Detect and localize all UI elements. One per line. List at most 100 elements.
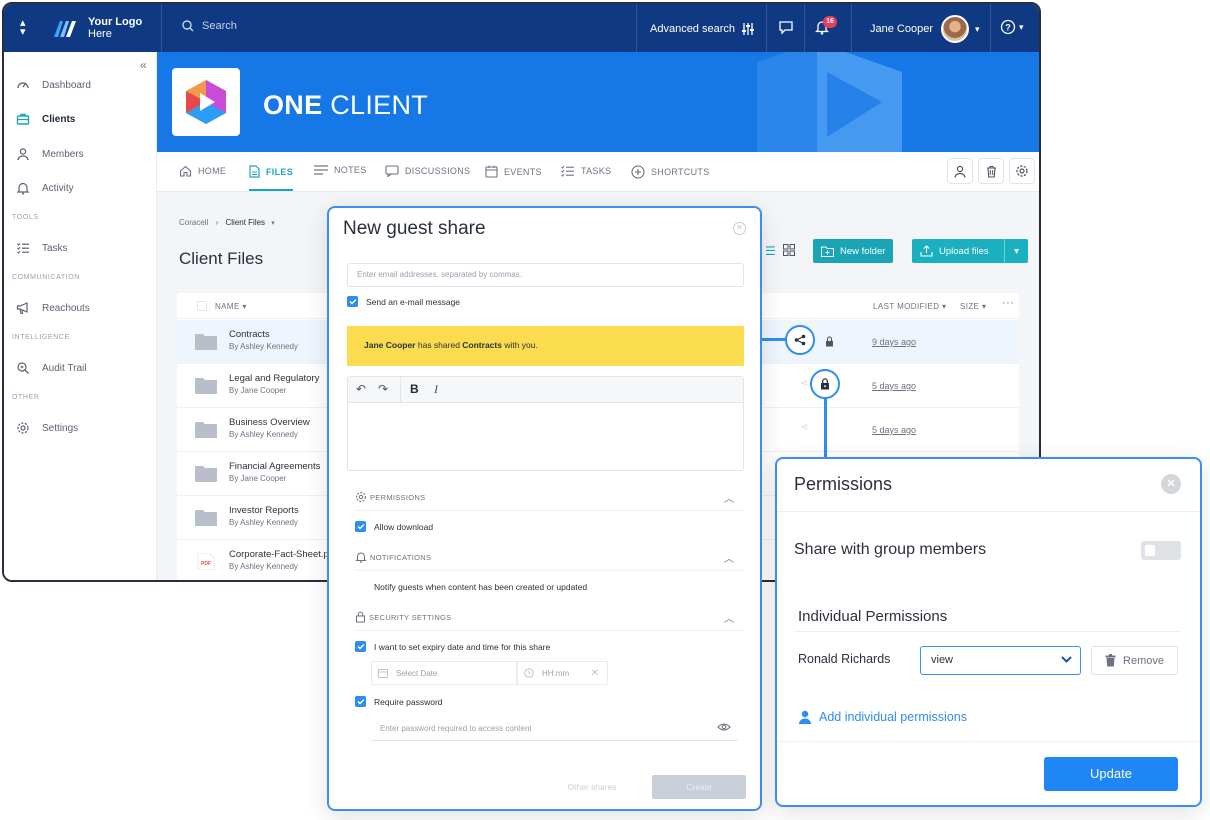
permission-level-value: view: [931, 654, 954, 666]
tab-shortcuts[interactable]: SHORTCUTS: [631, 165, 710, 179]
sidebar-item-clients[interactable]: Clients: [16, 112, 75, 126]
expiry-checkbox[interactable]: I want to set expiry date and time for t…: [355, 641, 550, 652]
members-button[interactable]: [947, 158, 973, 184]
sidebar-item-members[interactable]: Members: [16, 147, 84, 161]
tab-discussions[interactable]: DISCUSSIONS: [385, 165, 470, 177]
section-label-communication: COMMUNICATION: [12, 274, 80, 281]
tab-events[interactable]: EVENTS: [485, 165, 542, 178]
sidebar-item-dashboard[interactable]: Dashboard: [16, 78, 91, 92]
sidebar-item-reachouts[interactable]: Reachouts: [16, 301, 90, 315]
chevron-down-icon[interactable]: ▾: [1004, 239, 1028, 263]
column-last-modified[interactable]: LAST MODIFIED ▾: [873, 302, 946, 311]
select-all-checkbox[interactable]: [197, 301, 207, 311]
lock-icon[interactable]: [825, 334, 834, 352]
file-owner: By Ashley Kennedy: [229, 518, 298, 527]
eye-icon[interactable]: [717, 722, 731, 732]
message-editor[interactable]: ↶ ↷ B I: [347, 376, 744, 471]
add-individual-permissions-link[interactable]: Add individual permissions: [798, 710, 967, 724]
email-preview: Jane Cooper has shared Contracts with yo…: [347, 326, 744, 366]
delete-button[interactable]: [978, 158, 1004, 184]
sort-toggle-icon[interactable]: ▴ ▾: [20, 18, 26, 38]
help-icon: ?: [1000, 19, 1016, 35]
allow-download-checkbox[interactable]: Allow download: [355, 521, 433, 532]
list-view-icon[interactable]: ☰: [765, 244, 776, 258]
search-field[interactable]: Search: [182, 20, 237, 32]
chevron-up-icon[interactable]: ︿: [724, 550, 734, 565]
italic-icon[interactable]: I: [434, 382, 438, 397]
chevron-up-icon[interactable]: ︿: [724, 490, 734, 505]
search-icon: [182, 20, 194, 32]
sidebar-item-label: Activity: [42, 182, 74, 194]
chat-icon[interactable]: [778, 20, 794, 35]
more-options-icon[interactable]: ···: [1002, 297, 1014, 309]
sidebar-item-audit-trail[interactable]: Audit Trail: [16, 361, 86, 375]
chevron-up-icon[interactable]: ︿: [724, 610, 734, 625]
bell-icon: [16, 181, 30, 195]
bold-icon[interactable]: B: [410, 382, 419, 396]
column-size[interactable]: SIZE ▾: [960, 302, 986, 311]
sidebar-item-settings[interactable]: Settings: [16, 421, 78, 435]
collapse-sidebar-icon[interactable]: «: [140, 58, 147, 72]
redo-icon[interactable]: ↷: [378, 382, 388, 396]
clear-icon[interactable]: ✕: [591, 668, 599, 679]
sidebar-item-label: Clients: [42, 113, 76, 125]
checkbox-checked-icon: [355, 696, 366, 707]
expiry-date-input[interactable]: Select Date: [371, 661, 517, 685]
tab-notes[interactable]: NOTES: [314, 165, 367, 175]
column-name[interactable]: NAME ▾: [215, 302, 247, 311]
breadcrumb-current[interactable]: Client Files: [225, 218, 265, 227]
allow-download-label: Allow download: [374, 521, 434, 532]
require-password-checkbox[interactable]: Require password: [355, 696, 443, 707]
remove-permission-button[interactable]: Remove: [1091, 646, 1178, 675]
divider: [355, 510, 744, 511]
share-callout[interactable]: [785, 325, 815, 355]
tab-tasks[interactable]: TASKS: [561, 165, 611, 177]
logo-line-2: Here: [88, 28, 112, 40]
company-logo[interactable]: Your Logo Here: [52, 16, 142, 40]
folder-icon: [195, 334, 217, 350]
tab-label: NOTES: [334, 165, 367, 175]
help-menu[interactable]: ? ▾: [1000, 19, 1024, 35]
email-addresses-input[interactable]: Enter email addresses, separated by comm…: [347, 263, 744, 287]
user-menu[interactable]: Jane Cooper ▾: [870, 15, 980, 43]
tab-files[interactable]: FILES: [249, 165, 294, 191]
breadcrumb-root[interactable]: Coracell: [179, 218, 208, 227]
password-input[interactable]: Enter password required to access conten…: [371, 717, 738, 741]
close-icon[interactable]: ✕: [1161, 474, 1181, 494]
file-icon: [249, 165, 260, 178]
notify-guests-checkbox[interactable]: Notify guests when content has been crea…: [355, 581, 587, 592]
sidebar-item-tasks[interactable]: Tasks: [16, 241, 68, 255]
tab-home[interactable]: HOME: [179, 165, 226, 177]
sidebar-item-label: Audit Trail: [42, 362, 87, 374]
notification-badge: 16: [823, 16, 837, 28]
lock-callout[interactable]: [810, 369, 840, 399]
undo-icon[interactable]: ↶: [356, 382, 366, 396]
share-icon[interactable]: ⋖: [800, 378, 808, 389]
security-section-header[interactable]: SECURITY SETTINGS: [355, 611, 451, 623]
expiry-time-input[interactable]: HH:mm ✕: [517, 661, 608, 685]
permissions-section-header[interactable]: PERMISSIONS: [355, 491, 425, 503]
create-button[interactable]: Create: [652, 775, 746, 799]
share-group-toggle[interactable]: [1141, 541, 1181, 560]
svg-text:?: ?: [1005, 23, 1011, 33]
checklist-icon: [16, 241, 30, 255]
grid-view-icon[interactable]: [783, 244, 795, 256]
checklist-icon: [561, 165, 574, 177]
share-icon[interactable]: ⋖: [800, 422, 808, 433]
advanced-search-button[interactable]: Advanced search: [650, 22, 755, 36]
notifications-section-header[interactable]: NOTIFICATIONS: [355, 551, 431, 563]
sidebar-item-label: Reachouts: [42, 302, 90, 314]
update-button[interactable]: Update: [1044, 757, 1178, 791]
notifications-button[interactable]: 16: [814, 16, 837, 40]
send-email-checkbox[interactable]: Send an e-mail message: [347, 296, 460, 307]
permission-level-select[interactable]: view: [920, 646, 1081, 675]
other-shares-button[interactable]: Other shares: [547, 775, 637, 799]
new-folder-button[interactable]: New folder: [813, 239, 894, 263]
settings-button[interactable]: [1009, 158, 1035, 184]
checkbox-checked-icon: [355, 641, 366, 652]
close-icon[interactable]: ✕: [733, 222, 746, 235]
chevron-down-icon[interactable]: ▾: [271, 220, 275, 227]
upload-files-button[interactable]: Upload files ▾: [912, 239, 1028, 263]
sidebar-item-activity[interactable]: Activity: [16, 181, 74, 195]
share-icon: [794, 334, 806, 346]
